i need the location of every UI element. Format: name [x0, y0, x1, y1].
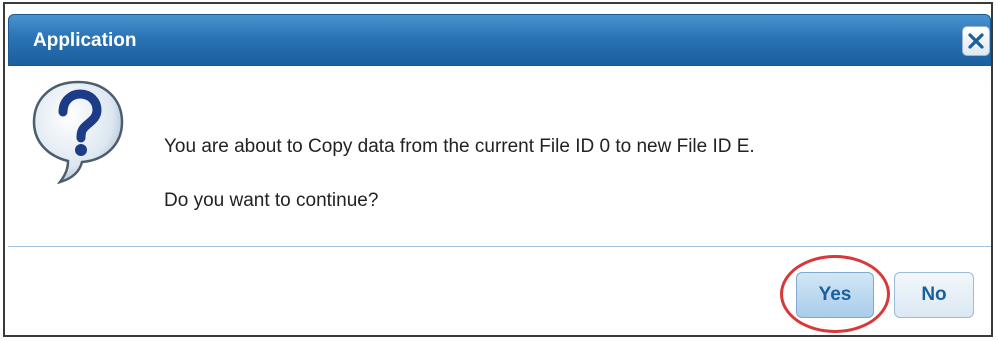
application-dialog: Application You are about to Copy data f…	[8, 14, 991, 333]
dialog-title: Application	[33, 30, 137, 51]
yes-button[interactable]: Yes	[796, 272, 874, 318]
message-line-2: Do you want to continue?	[164, 190, 379, 211]
dialog-footer: Yes No	[8, 247, 991, 333]
close-button[interactable]	[962, 26, 990, 56]
close-icon	[968, 33, 984, 49]
dialog-body: You are about to Copy data from the curr…	[8, 66, 991, 246]
dialog-titlebar[interactable]: Application	[8, 14, 991, 66]
question-icon	[32, 80, 124, 185]
no-button[interactable]: No	[894, 272, 974, 318]
message-line-1: You are about to Copy data from the curr…	[164, 136, 755, 157]
